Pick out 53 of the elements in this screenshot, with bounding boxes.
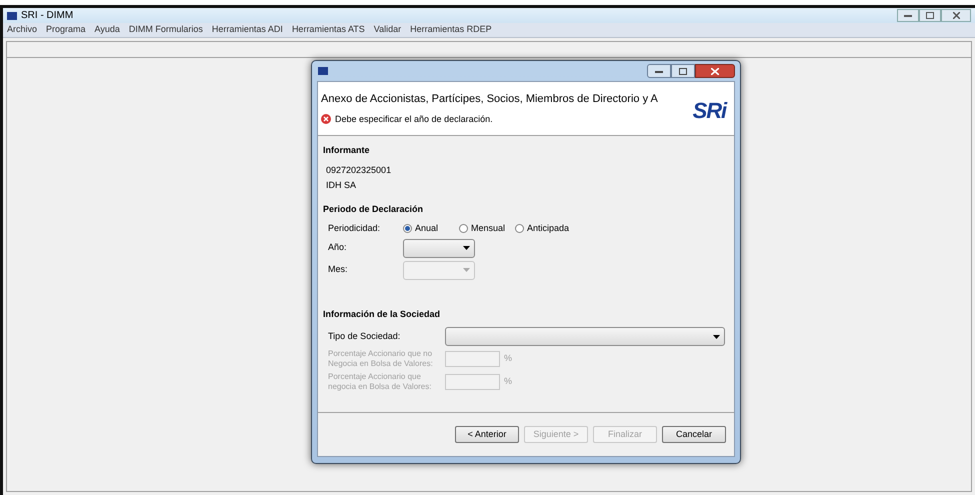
close-icon [711, 68, 719, 74]
percent-sign: % [504, 375, 512, 388]
menu-item[interactable]: Programa [46, 23, 86, 37]
radio-option[interactable]: Anual [403, 222, 459, 236]
menu-item[interactable]: Herramientas ATS [292, 23, 365, 37]
maximize-button[interactable] [671, 64, 695, 78]
restore-button[interactable] [919, 9, 941, 22]
menu-item[interactable]: Archivo [7, 23, 38, 37]
caret-icon [713, 334, 720, 338]
close-button[interactable] [941, 9, 971, 22]
radio-button[interactable] [403, 224, 412, 234]
error-icon [321, 114, 331, 124]
radio-button[interactable] [515, 224, 524, 234]
minimize-button[interactable] [647, 64, 671, 78]
dropdown[interactable] [445, 327, 725, 346]
dropdown[interactable] [403, 238, 475, 258]
caret-icon [463, 246, 470, 250]
percent-sign: % [504, 352, 512, 366]
dialog-logo-icon [318, 67, 328, 75]
minimize-icon [655, 70, 663, 72]
close-button[interactable] [695, 64, 735, 78]
wizard-button[interactable]: Cancelar [662, 426, 726, 443]
ruc-text: 0927202325001 [326, 164, 392, 176]
minimize-button[interactable] [897, 9, 919, 22]
menu-item[interactable]: Validar [374, 23, 402, 37]
field-label: Mes: [328, 263, 349, 276]
field-label: Periodicidad: [328, 222, 382, 235]
app-logo-icon [7, 12, 17, 20]
section-heading: Informante [323, 144, 371, 157]
section-heading: Periodo de Declaración [323, 202, 424, 216]
menu-item[interactable]: Herramientas RDEP [410, 23, 492, 37]
section-heading: Información de la Sociedad [323, 308, 442, 320]
window-title: SRI - DIMM [21, 9, 74, 23]
dialog-title: Anexo de Accionistas, Partícipes, Socios, Miembros de Directorio y A [321, 92, 659, 107]
field-label: Porcentaje Accionario que negocia en Bolsa de Valores: [328, 372, 432, 392]
menu-item[interactable]: DIMM Formularios [128, 23, 203, 37]
radio-button[interactable] [459, 224, 468, 234]
field-label: Porcentaje Accionario que no Negocia en Bolsa de Valores: [328, 349, 434, 369]
radio-option[interactable]: Anticipada [515, 222, 571, 236]
sri-logo: SRi [692, 97, 726, 125]
menu-item[interactable]: Ayuda [94, 23, 120, 37]
error-message: Debe especificar el año de declaración. [335, 112, 493, 126]
menu-item[interactable]: Herramientas ADI [212, 23, 283, 37]
company-name: IDH SA [326, 179, 358, 192]
minimize-icon [904, 14, 912, 17]
wizard-button[interactable]: < Anterior [455, 426, 519, 443]
close-icon [952, 12, 960, 19]
maximize-icon [679, 68, 687, 74]
radio-option[interactable]: Mensual [459, 222, 515, 236]
caret-icon [463, 268, 470, 272]
field-label: Año: [328, 241, 348, 254]
field-label: Tipo de Sociedad: [328, 330, 402, 343]
restore-icon [926, 12, 934, 19]
